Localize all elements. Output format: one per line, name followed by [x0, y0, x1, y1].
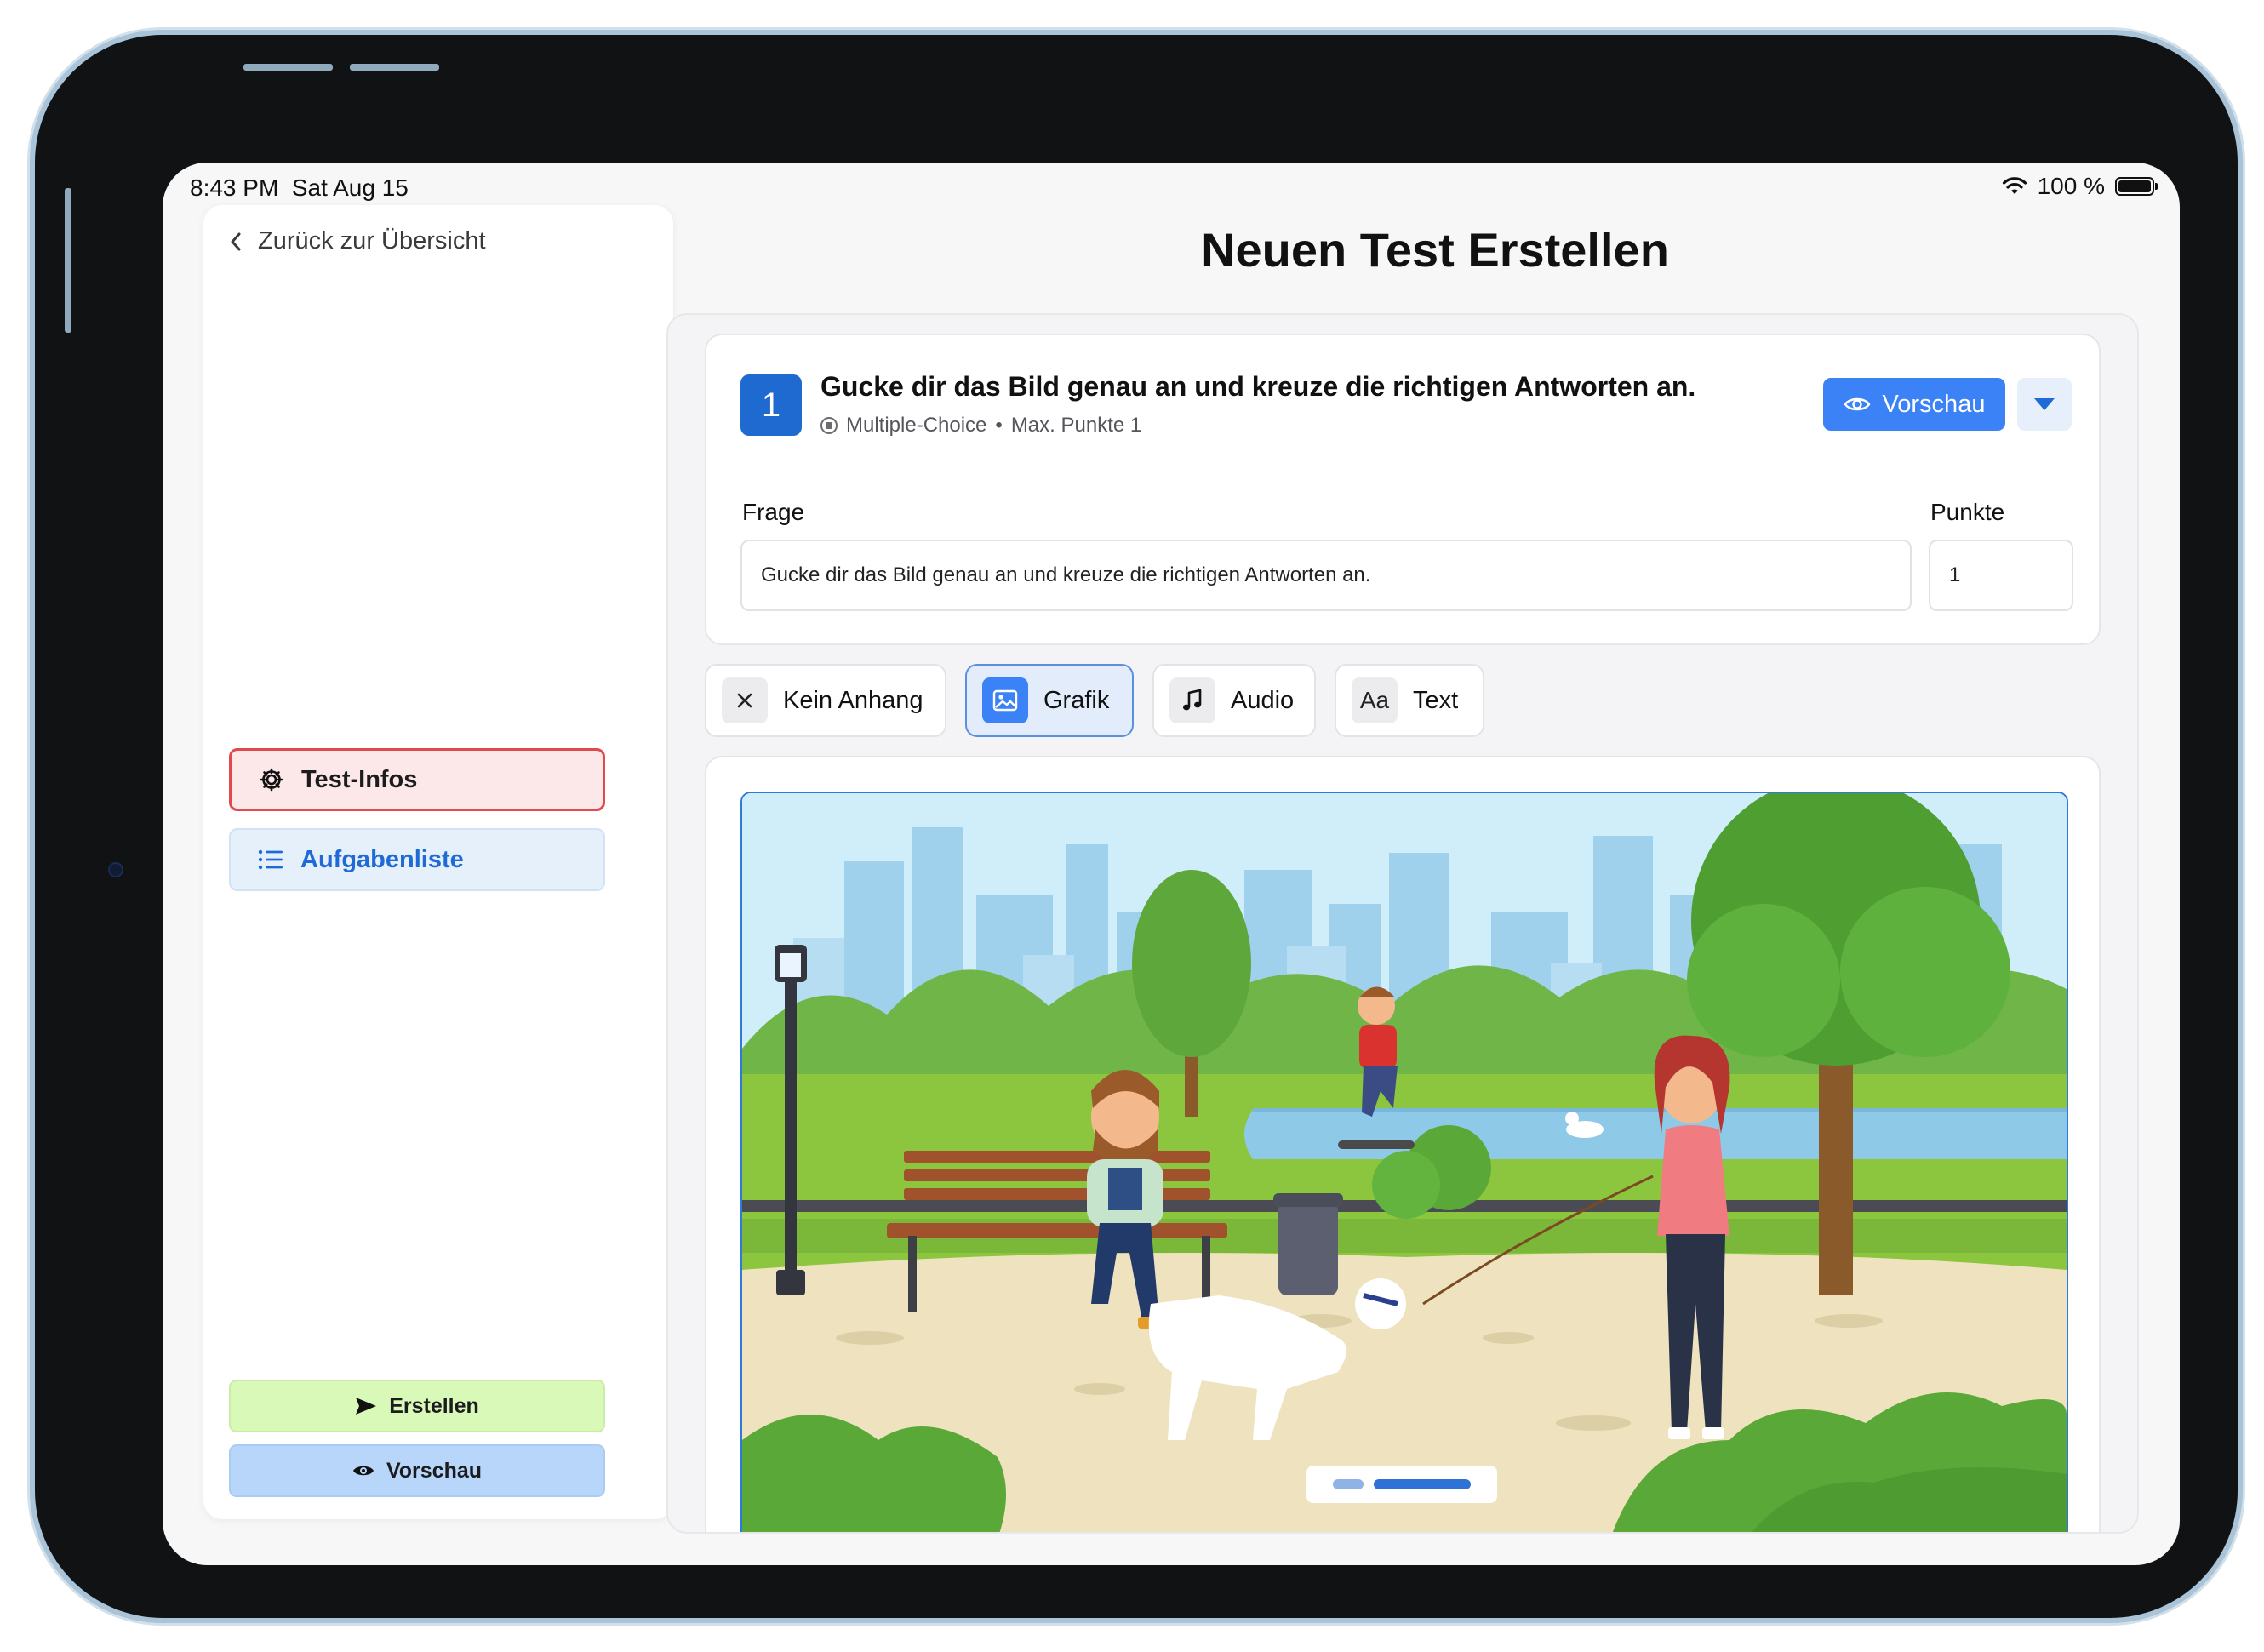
eye-icon	[1844, 397, 1870, 411]
meta-separator: •	[995, 414, 1003, 437]
pager-dot-active[interactable]	[1374, 1479, 1471, 1489]
preview-label: Vorschau	[1882, 390, 1986, 418]
pager-dot[interactable]	[1333, 1479, 1364, 1489]
eye-icon	[352, 1466, 374, 1476]
question-editor: 1 Gucke dir das Bild genau an und kreuze…	[666, 313, 2139, 1534]
attachment-label: Audio	[1231, 686, 1295, 714]
question-type: Multiple-Choice	[846, 414, 987, 437]
question-number-badge: 1	[740, 374, 802, 436]
max-points: Max. Punkte 1	[1010, 414, 1142, 437]
gear-icon	[260, 768, 283, 792]
battery-percent: 100 %	[2037, 173, 2105, 199]
park-illustration[interactable]	[740, 792, 2068, 1532]
send-icon	[356, 1398, 377, 1415]
front-camera	[108, 862, 123, 877]
back-label: Zurück zur Übersicht	[258, 227, 486, 254]
chevron-left-icon	[231, 232, 241, 250]
points-input[interactable]: 1	[1929, 540, 2073, 611]
page-title: Neuen Test Erstellen	[1201, 223, 1669, 277]
attachment-text-button[interactable]: Aa Text	[1335, 664, 1484, 737]
status-time: 8:43 PM Sat Aug 15	[190, 174, 409, 202]
attachment-image-button[interactable]: Grafik	[965, 664, 1134, 737]
preview-label: Vorschau	[386, 1458, 483, 1483]
multiple-choice-icon	[820, 417, 838, 434]
question-preview-button[interactable]: Vorschau	[1823, 378, 2005, 431]
park-scene-image	[742, 793, 2067, 1532]
sidebar-item-label: Test-Infos	[301, 765, 418, 793]
question-options-dropdown[interactable]	[2017, 378, 2072, 431]
clock: 8:43 PM	[190, 174, 279, 201]
attachment-none-button[interactable]: Kein Anhang	[705, 664, 946, 737]
create-label: Erstellen	[389, 1393, 479, 1418]
image-attachment-card	[705, 756, 2101, 1532]
frage-label: Frage	[742, 499, 805, 525]
question-text-input[interactable]: Gucke dir das Bild genau an und kreuze d…	[740, 540, 1912, 611]
question-card: 1 Gucke dir das Bild genau an und kreuze…	[705, 334, 2101, 645]
text-aa-icon: Aa	[1352, 677, 1398, 723]
image-icon	[982, 677, 1028, 723]
sidebar-preview-button[interactable]: Vorschau	[229, 1444, 605, 1497]
back-to-overview-link[interactable]: Zurück zur Übersicht	[229, 227, 486, 255]
status-indicators: 100 %	[2002, 173, 2158, 200]
ipad-frame: 8:43 PM Sat Aug 15 100 % Zurück zur Über…	[35, 35, 2238, 1618]
date: Sat Aug 15	[291, 174, 409, 201]
image-pager[interactable]	[1306, 1466, 1497, 1503]
attachment-label: Kein Anhang	[783, 686, 923, 714]
attachment-label: Grafik	[1043, 686, 1110, 714]
x-icon	[722, 677, 768, 723]
sidebar-item-test-infos[interactable]: Test-Infos	[229, 748, 605, 811]
screen: 8:43 PM Sat Aug 15 100 % Zurück zur Über…	[163, 163, 2180, 1565]
power-button	[65, 188, 71, 333]
sidebar-item-aufgabenliste[interactable]: Aufgabenliste	[229, 828, 605, 891]
chevron-down-icon	[2034, 398, 2055, 410]
attachment-label: Text	[1413, 686, 1459, 714]
punkte-label: Punkte	[1930, 499, 2005, 525]
music-note-icon	[1169, 677, 1215, 723]
question-meta: Multiple-Choice • Max. Punkte 1	[820, 414, 1141, 437]
wifi-icon	[2002, 177, 2027, 194]
question-title: Gucke dir das Bild genau an und kreuze d…	[820, 371, 1696, 402]
attachment-audio-button[interactable]: Audio	[1152, 664, 1316, 737]
create-button[interactable]: Erstellen	[229, 1380, 605, 1432]
sidebar-item-label: Aufgabenliste	[300, 845, 464, 873]
sidebar: Zurück zur Übersicht Test-Infos Aufgaben…	[203, 205, 673, 1519]
battery-icon	[2115, 177, 2158, 196]
list-icon	[258, 849, 283, 870]
volume-up-button	[243, 64, 333, 71]
volume-down-button	[350, 64, 439, 71]
